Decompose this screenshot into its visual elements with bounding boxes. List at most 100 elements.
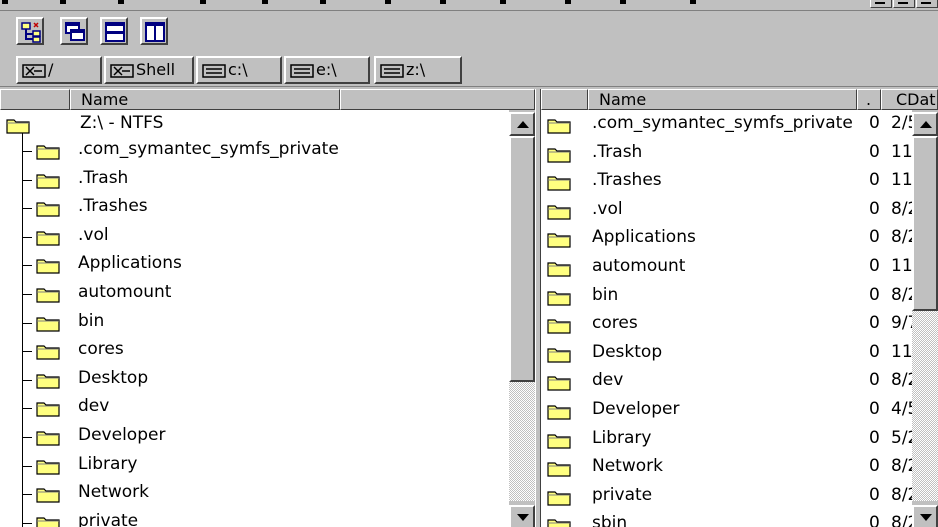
arrow-down-icon	[517, 514, 529, 521]
tile-horizontal-icon	[105, 22, 125, 42]
tree-item[interactable]: dev	[78, 392, 109, 420]
drive-label: c:\	[228, 60, 248, 79]
file-row-cdate: 4/5	[891, 399, 912, 419]
tree-connector-line	[22, 151, 32, 152]
file-row-cdate: 8/2	[891, 284, 912, 305]
tree-connector-line	[22, 236, 32, 238]
drive-bar: / Shell c:\ e:\ z:\	[0, 53, 938, 87]
tree-item[interactable]: Desktop	[78, 364, 148, 392]
folder-icon	[36, 172, 60, 189]
file-row-name[interactable]: sbin	[592, 509, 627, 527]
file-row-name[interactable]: .vol	[592, 195, 623, 223]
file-row-cdate: 8/2	[891, 456, 912, 477]
file-row-cdate: 11	[891, 141, 912, 162]
tree-item[interactable]: .Trashes	[78, 192, 148, 220]
tree-item[interactable]: Developer	[78, 421, 165, 449]
file-row-name[interactable]: .Trashes	[592, 166, 662, 194]
file-row-name[interactable]: dev	[592, 366, 623, 394]
folder-icon	[547, 517, 571, 527]
tree-item[interactable]: Network	[78, 478, 149, 506]
hard-drive-icon	[202, 63, 226, 78]
hard-drive-icon	[290, 63, 314, 78]
scroll-down-button[interactable]	[912, 505, 938, 527]
file-row-name[interactable]: Developer	[592, 395, 679, 423]
file-row-name[interactable]: automount	[592, 252, 685, 280]
tree-connector-line	[22, 294, 32, 295]
file-row-name[interactable]: Library	[592, 424, 651, 452]
maximize-button[interactable]	[893, 0, 915, 8]
folder-icon	[36, 515, 60, 527]
file-row-name[interactable]: cores	[592, 309, 638, 337]
minimize-button[interactable]	[870, 0, 892, 8]
tree-header-spacer	[0, 89, 70, 110]
tree-connector-line	[22, 408, 32, 410]
tree-item[interactable]: cores	[78, 335, 124, 363]
network-drive-icon	[22, 63, 46, 78]
file-list-pane[interactable]: Name . CDat .com_symantec_symfs_private 0…	[541, 89, 938, 527]
file-row-cdate: 11	[891, 341, 912, 362]
tree-item[interactable]: automount	[78, 278, 171, 306]
tree-item[interactable]: bin	[78, 307, 104, 335]
tree-connector-line	[22, 437, 32, 438]
tree-connector-line	[22, 133, 23, 527]
scroll-up-button[interactable]	[912, 112, 938, 136]
tree-view-button[interactable]	[16, 17, 44, 45]
tree-item[interactable]: Applications	[78, 249, 182, 277]
file-row-name[interactable]: .com_symantec_symfs_private	[592, 109, 853, 137]
drive-label: z:\	[406, 60, 426, 79]
file-row-size: 0	[869, 427, 880, 448]
file-row-size: 0	[869, 484, 880, 505]
file-row-name[interactable]: bin	[592, 281, 618, 309]
folder-icon	[547, 346, 571, 363]
tree-root-item[interactable]: Z:\ - NTFS	[80, 109, 163, 137]
drive-button-c[interactable]: c:\	[196, 56, 282, 84]
tree-header-name[interactable]: Name	[70, 89, 340, 110]
drive-button-shell[interactable]: Shell	[104, 56, 194, 84]
tree-connector-line	[22, 522, 32, 524]
file-row-name[interactable]: Network	[592, 452, 663, 480]
folder-tree-pane[interactable]: Name Z:\ - NTFS .com_symantec_symfs_priva…	[0, 89, 535, 527]
scroll-down-button[interactable]	[509, 505, 535, 527]
cascade-button[interactable]	[60, 17, 88, 45]
tree-connector-line	[22, 265, 32, 267]
close-button[interactable]	[916, 0, 938, 8]
drive-label: e:\	[316, 60, 337, 79]
file-row-name[interactable]: Desktop	[592, 338, 662, 366]
folder-icon	[36, 257, 60, 274]
scroll-thumb[interactable]	[912, 136, 938, 311]
drive-button-root[interactable]: /	[16, 56, 102, 84]
tile-horizontal-button[interactable]	[100, 17, 128, 45]
list-scrollbar[interactable]	[912, 110, 938, 527]
drive-button-z[interactable]: z:\	[374, 56, 462, 84]
file-row-cdate: 8/2	[891, 513, 912, 527]
file-row-name[interactable]: .Trash	[592, 138, 642, 166]
tree-connector-line	[22, 379, 32, 381]
folder-icon	[36, 200, 60, 217]
list-header-name[interactable]: Name	[588, 89, 857, 110]
folder-icon	[36, 400, 60, 417]
folder-icon	[36, 286, 60, 303]
folder-icon	[36, 315, 60, 332]
network-drive-icon	[110, 63, 134, 78]
scroll-up-button[interactable]	[509, 112, 535, 136]
tree-item[interactable]: Library	[78, 450, 137, 478]
list-header-cdate[interactable]: CDat	[881, 89, 938, 110]
toolbar	[0, 11, 938, 51]
tree-connector-line	[22, 494, 32, 496]
tree-item[interactable]: .vol	[78, 221, 109, 249]
list-header-size[interactable]: .	[857, 89, 881, 110]
tree-scrollbar[interactable]	[509, 110, 535, 527]
tree-item[interactable]: .com_symantec_symfs_private	[78, 135, 339, 163]
drive-button-e[interactable]: e:\	[284, 56, 370, 84]
tree-item[interactable]: private	[78, 507, 138, 527]
tree-item[interactable]: .Trash	[78, 164, 128, 192]
list-header-icon	[541, 89, 588, 110]
file-row-name[interactable]: private	[592, 481, 652, 509]
arrow-down-icon	[920, 514, 932, 521]
tile-vertical-button[interactable]	[140, 17, 168, 45]
file-row-name[interactable]: Applications	[592, 223, 696, 251]
file-row-size: 0	[869, 513, 880, 527]
scroll-thumb[interactable]	[509, 136, 535, 382]
file-row-size: 0	[869, 113, 880, 133]
folder-icon	[547, 432, 571, 449]
